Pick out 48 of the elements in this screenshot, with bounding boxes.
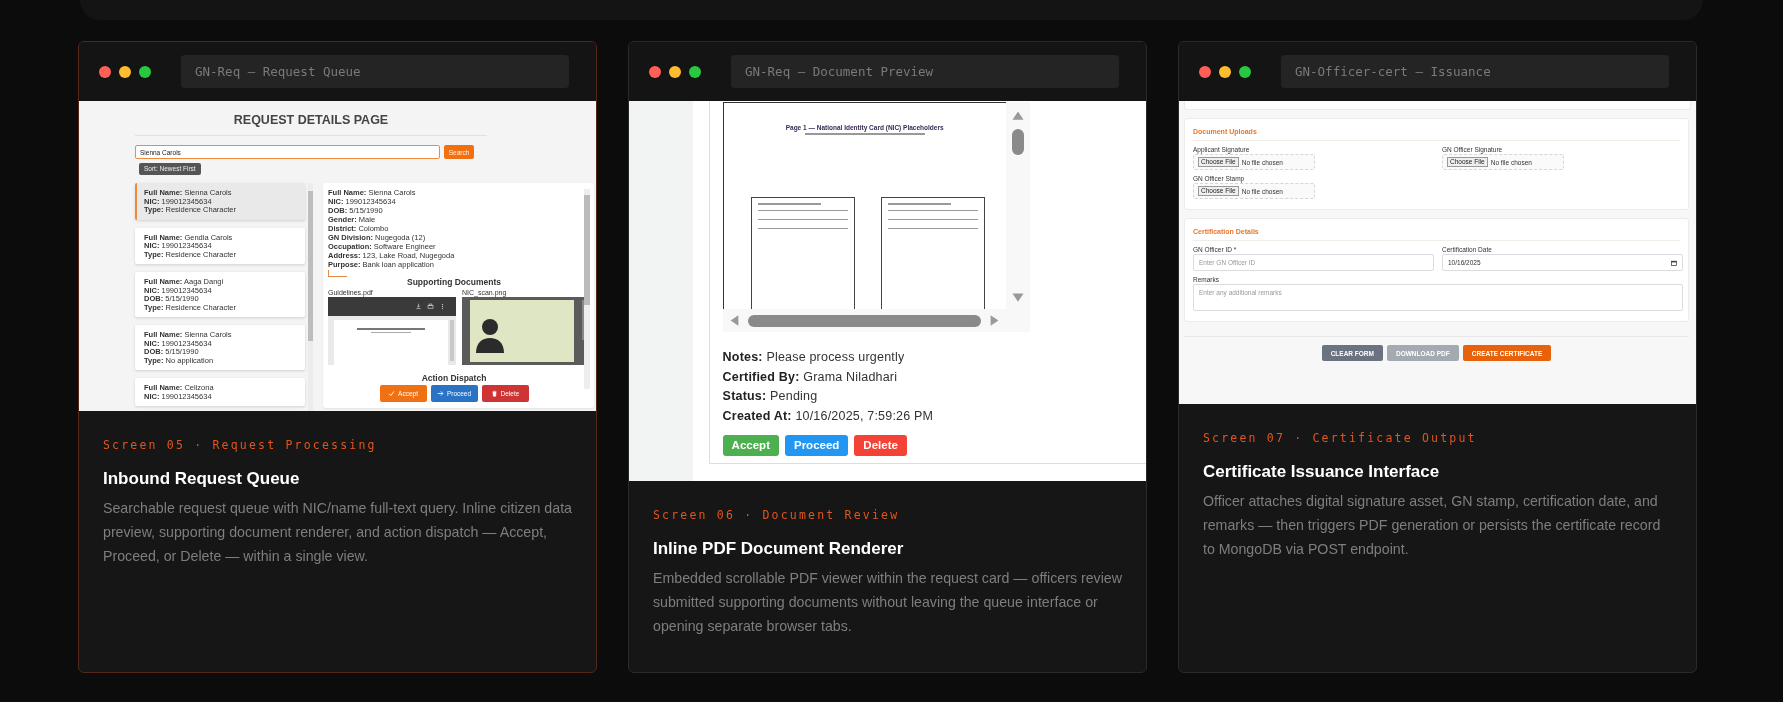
trash-icon (490, 390, 498, 397)
scroll-left-icon[interactable] (728, 314, 740, 327)
check-icon (388, 390, 396, 397)
scroll-down-icon[interactable] (1010, 292, 1025, 303)
download-icon[interactable] (415, 303, 422, 310)
section-heading: Supporting Documents (406, 277, 502, 287)
window-dot (99, 65, 111, 78)
info-field: Certified By: Grama Niladhari (722, 367, 1146, 388)
scroll-thumb[interactable] (1011, 129, 1024, 155)
info-field: Status: Pending (722, 387, 1146, 408)
window-dot (669, 65, 681, 78)
print-icon[interactable] (427, 303, 434, 310)
window-dot (139, 65, 151, 78)
card-description: Embedded scrollable PDF viewer within the request card — officers review submitted supporting documents without leaving the queue interface or opening separate browser tabs. (653, 569, 1122, 636)
scroll-thumb[interactable] (747, 314, 981, 327)
scrollbar[interactable] (450, 320, 454, 361)
info-field: Created At: 10/16/2025, 7:59:26 PM (722, 407, 1146, 427)
horizontal-scrollbar[interactable] (722, 309, 1030, 332)
vertical-scrollbar[interactable] (1005, 102, 1030, 309)
window-dot (649, 65, 661, 78)
window-title: GN-Req — Request Queue (181, 55, 569, 88)
window-dot (689, 65, 701, 78)
section-heading: Action Dispatch (420, 373, 488, 383)
screen-label: Screen 07 · Certificate Output (1203, 430, 1478, 446)
screen-label: Screen 05 · Request Processing (103, 437, 378, 453)
scrollbar[interactable] (584, 189, 590, 389)
more-icon[interactable] (439, 303, 446, 310)
window-dot (119, 65, 131, 78)
card-title: Inline PDF Document Renderer (653, 539, 905, 559)
scroll-up-icon[interactable] (1010, 110, 1025, 121)
window-dot (1219, 65, 1231, 78)
card-description: Searchable request queue with NIC/name full-text query. Inline citizen data preview, supporting document renderer, and action dispatch — Accept, Proceed, or Delete — within a single view. (103, 499, 572, 566)
window-title: GN-Officer-cert — Issuance (1281, 55, 1669, 88)
card-title: Inbound Request Queue (103, 469, 301, 489)
screen-label: Screen 06 · Document Review (653, 507, 901, 523)
info-field: Notes: Please process urgently (722, 348, 1146, 368)
window-dot (1239, 65, 1251, 78)
card-description: Officer attaches digital signature asset, GN stamp, certification date, and remarks — then triggers PDF generation or persists the certificate record to MongoDB via POST endpoint. (1203, 492, 1662, 559)
page-heading: REQUEST DETAILS PAGE (135, 111, 487, 136)
scrollbar[interactable] (308, 183, 313, 411)
card-title: Certificate Issuance Interface (1203, 462, 1441, 482)
action-button[interactable]: Delete (854, 434, 907, 456)
calendar-icon[interactable] (1671, 259, 1677, 266)
section-marker (328, 270, 347, 277)
scroll-right-icon[interactable] (988, 314, 1000, 327)
window-title: GN-Req — Document Preview (731, 55, 1119, 88)
arrow-right-icon (436, 390, 444, 397)
window-dot (1199, 65, 1211, 78)
